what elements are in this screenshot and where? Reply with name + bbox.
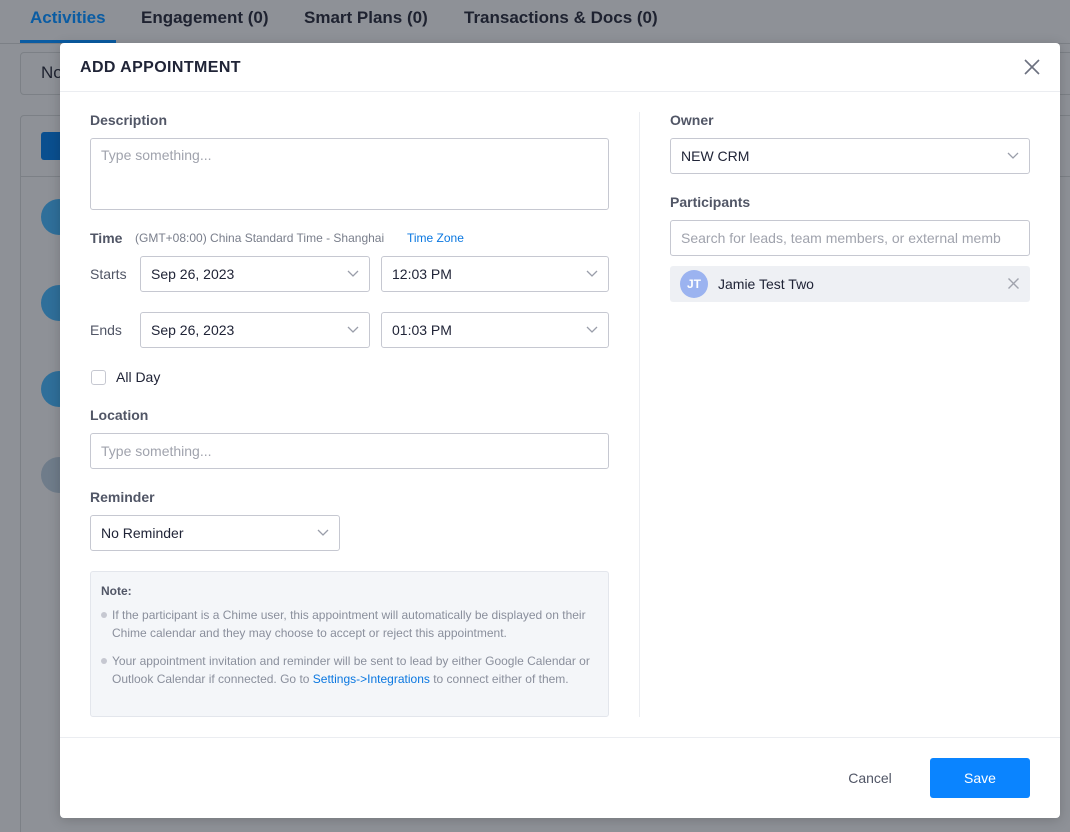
all-day-checkbox[interactable]	[91, 370, 106, 385]
chevron-down-icon	[347, 326, 359, 333]
chevron-down-icon	[347, 270, 359, 277]
participant-chip: JT Jamie Test Two	[670, 266, 1030, 302]
location-placeholder: Type something...	[101, 443, 212, 459]
end-date-select[interactable]: Sep 26, 2023	[140, 312, 370, 348]
modal-footer: Cancel Save	[60, 737, 1060, 818]
description-input[interactable]: Type something...	[90, 138, 609, 210]
timezone-text: (GMT+08:00) China Standard Time - Shangh…	[135, 231, 385, 245]
note-title: Note:	[101, 584, 132, 598]
chevron-down-icon	[586, 270, 598, 277]
modal-title: ADD APPOINTMENT	[80, 59, 241, 76]
bullet-icon	[101, 658, 107, 664]
column-divider	[639, 112, 640, 717]
description-placeholder: Type something...	[101, 147, 212, 163]
tab-smart-plans[interactable]: Smart Plans (0)	[304, 8, 428, 28]
reminder-value: No Reminder	[101, 525, 184, 541]
cancel-button[interactable]: Cancel	[830, 758, 910, 798]
tab-transactions-docs[interactable]: Transactions & Docs (0)	[464, 8, 658, 28]
chevron-down-icon	[1007, 152, 1019, 159]
end-date-value: Sep 26, 2023	[151, 322, 235, 338]
time-zone-link[interactable]: Time Zone	[407, 231, 464, 245]
end-time-value: 01:03 PM	[392, 322, 452, 338]
participants-search-placeholder: Search for leads, team members, or exter…	[681, 230, 1001, 246]
owner-select[interactable]: NEW CRM	[670, 138, 1030, 174]
description-label: Description	[90, 112, 168, 128]
note-item-invitation-tail: to connect either of them.	[429, 672, 569, 686]
add-appointment-modal: ADD APPOINTMENT Description Type somethi…	[60, 43, 1060, 818]
start-time-value: 12:03 PM	[392, 266, 452, 282]
remove-participant-icon[interactable]	[1007, 277, 1020, 290]
owner-label: Owner	[670, 112, 714, 128]
reminder-select[interactable]: No Reminder	[90, 515, 340, 551]
avatar: JT	[680, 270, 708, 298]
time-label: Time	[90, 230, 123, 246]
modal-header: ADD APPOINTMENT	[60, 43, 1060, 92]
location-label: Location	[90, 407, 149, 423]
starts-label: Starts	[90, 266, 127, 282]
chevron-down-icon	[317, 529, 329, 536]
participants-label: Participants	[670, 194, 751, 210]
participants-search-input[interactable]: Search for leads, team members, or exter…	[670, 220, 1030, 256]
note-item-chime: If the participant is a Chime user, this…	[112, 608, 586, 640]
chevron-down-icon	[586, 326, 598, 333]
location-input[interactable]: Type something...	[90, 433, 609, 469]
note-item-invitation: Your appointment invitation and reminder…	[112, 652, 597, 688]
all-day-label[interactable]: All Day	[116, 369, 160, 385]
tab-engagement[interactable]: Engagement (0)	[141, 8, 269, 28]
background-tab-bar: Activities Engagement (0) Smart Plans (0…	[0, 0, 1070, 44]
settings-integrations-link[interactable]: Settings->Integrations	[313, 672, 430, 686]
bullet-icon	[101, 612, 107, 618]
ends-label: Ends	[90, 322, 122, 338]
start-time-select[interactable]: 12:03 PM	[381, 256, 609, 292]
reminder-label: Reminder	[90, 489, 155, 505]
close-icon[interactable]	[1023, 58, 1041, 76]
start-date-value: Sep 26, 2023	[151, 266, 235, 282]
participant-name: Jamie Test Two	[718, 276, 814, 292]
end-time-select[interactable]: 01:03 PM	[381, 312, 609, 348]
tab-activities[interactable]: Activities	[30, 8, 106, 28]
note-box: Note: If the participant is a Chime user…	[90, 571, 609, 717]
save-button[interactable]: Save	[930, 758, 1030, 798]
start-date-select[interactable]: Sep 26, 2023	[140, 256, 370, 292]
owner-value: NEW CRM	[681, 148, 750, 164]
